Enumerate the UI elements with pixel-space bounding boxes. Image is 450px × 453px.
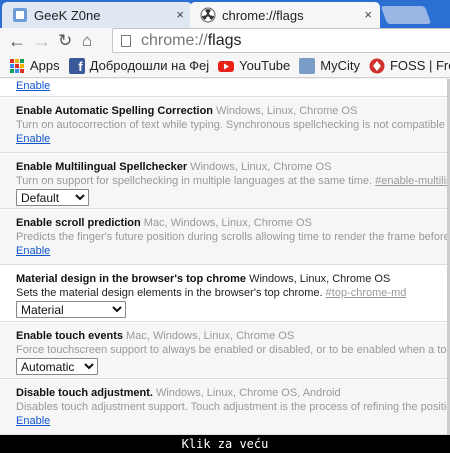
page-icon (121, 34, 131, 47)
experiment-title: Enable Automatic Spelling Correction Win… (16, 105, 358, 117)
experiment-platforms: Windows, Linux, Chrome OS (190, 161, 332, 173)
experiment-multilingual-spellchecker: Enable Multilingual Spellchecker Windows… (0, 154, 450, 209)
experiment-platforms: Mac, Windows, Linux, Chrome OS (143, 217, 312, 229)
enable-link[interactable]: Enable (16, 133, 50, 145)
tab-title: chrome://flags (222, 7, 304, 23)
bookmark-mycity[interactable]: MyCity (299, 57, 360, 74)
experiment-title: Enable touch events Mac, Windows, Linux,… (16, 330, 295, 342)
experiment-scroll-prediction: Enable scroll prediction Mac, Windows, L… (0, 210, 450, 265)
experiment-previous: Enable (0, 79, 450, 97)
back-button[interactable]: ← (8, 30, 26, 52)
radiation-icon (200, 7, 216, 23)
bookmark-youtube[interactable]: YouTube (218, 58, 290, 74)
enable-link[interactable]: Enable (16, 415, 50, 427)
experiment-description: Sets the material design elements in the… (16, 287, 407, 299)
url-scheme: chrome:// (141, 31, 208, 49)
mycity-icon (299, 57, 316, 74)
experiment-title: Disable touch adjustment. Windows, Linux… (16, 387, 341, 399)
youtube-icon (218, 58, 235, 74)
tab-chrome-flags[interactable]: chrome://flags × (190, 2, 380, 28)
home-button[interactable]: ⌂ (82, 30, 92, 52)
experiment-title: Material design in the browser's top chr… (16, 273, 391, 285)
experiment-platforms: Windows, Linux, Chrome OS, Android (155, 387, 341, 399)
browser-window: GeeK Z0ne × chrome://flags × ← → ↻ ⌂ chr… (0, 0, 450, 435)
experiment-tag[interactable]: #top-chrome-md (326, 287, 407, 299)
tab-close-icon[interactable]: × (176, 7, 184, 22)
flags-list: Enable Enable Automatic Spelling Correct… (0, 79, 450, 435)
experiment-description: Turn on autocorrection of text while typ… (16, 119, 450, 131)
experiment-touch-adjustment: Disable touch adjustment. Windows, Linux… (0, 380, 450, 435)
bookmark-label: Добродошли на Феј (89, 58, 210, 73)
tab-favicon-icon (12, 7, 28, 23)
apps-grid-icon (9, 58, 25, 74)
experiment-description: Force touchscreen support to always be e… (16, 344, 450, 356)
bookmarks-bar: Apps f Добродошли на Феј YouTube MyCity … (0, 54, 450, 78)
forward-button[interactable]: → (33, 30, 51, 52)
bookmark-label: MyCity (320, 58, 360, 73)
bookmark-apps[interactable]: Apps (9, 58, 60, 74)
enable-link[interactable]: Enable (16, 245, 50, 257)
experiment-tag[interactable]: #enable-multiling (375, 175, 450, 187)
tab-close-icon[interactable]: × (364, 7, 372, 22)
experiment-automatic-spelling-correction: Enable Automatic Spelling Correction Win… (0, 98, 450, 153)
foss-icon (369, 58, 385, 74)
tab-title: GeeK Z0ne (34, 7, 101, 23)
bookmark-facebook[interactable]: f Добродошли на Феј (68, 57, 210, 74)
tab-geek-zone[interactable]: GeeK Z0ne × (2, 2, 192, 28)
experiment-title: Enable scroll prediction Mac, Windows, L… (16, 217, 312, 229)
image-caption[interactable]: Klik za veću (0, 435, 450, 453)
bookmark-label: FOSS | Free and (389, 58, 450, 73)
enable-link[interactable]: Enable (16, 80, 50, 92)
bookmark-foss[interactable]: FOSS | Free and (369, 58, 450, 74)
url-host: flags (207, 31, 242, 49)
bookmark-label: YouTube (239, 58, 291, 73)
new-tab-button[interactable] (380, 6, 432, 24)
facebook-icon: f (68, 57, 85, 74)
bookmark-label: Apps (30, 58, 60, 73)
toolbar: ← → ↻ ⌂ chrome:// flags (0, 28, 450, 54)
experiment-platforms: Windows, Linux, Chrome OS (216, 105, 358, 117)
experiment-description: Disables touch adjustment support. Touch… (16, 401, 450, 413)
experiment-touch-events: Enable touch events Mac, Windows, Linux,… (0, 323, 450, 379)
experiment-title: Enable Multilingual Spellchecker Windows… (16, 161, 332, 173)
experiment-select[interactable]: Automatic (16, 358, 98, 375)
experiment-select[interactable]: Default (16, 189, 89, 206)
experiment-select[interactable]: Material (16, 301, 126, 318)
experiment-material-design-top-chrome: Material design in the browser's top chr… (0, 266, 450, 322)
address-bar[interactable]: chrome:// flags (112, 28, 450, 53)
tab-strip: GeeK Z0ne × chrome://flags × (0, 0, 450, 28)
experiment-platforms: Mac, Windows, Linux, Chrome OS (126, 330, 295, 342)
experiment-description: Turn on support for spellchecking in mul… (16, 174, 450, 188)
reload-button[interactable]: ↻ (58, 30, 72, 52)
experiment-description: Predicts the finger's future position du… (16, 231, 450, 243)
experiment-platforms: Windows, Linux, Chrome OS (249, 273, 391, 285)
